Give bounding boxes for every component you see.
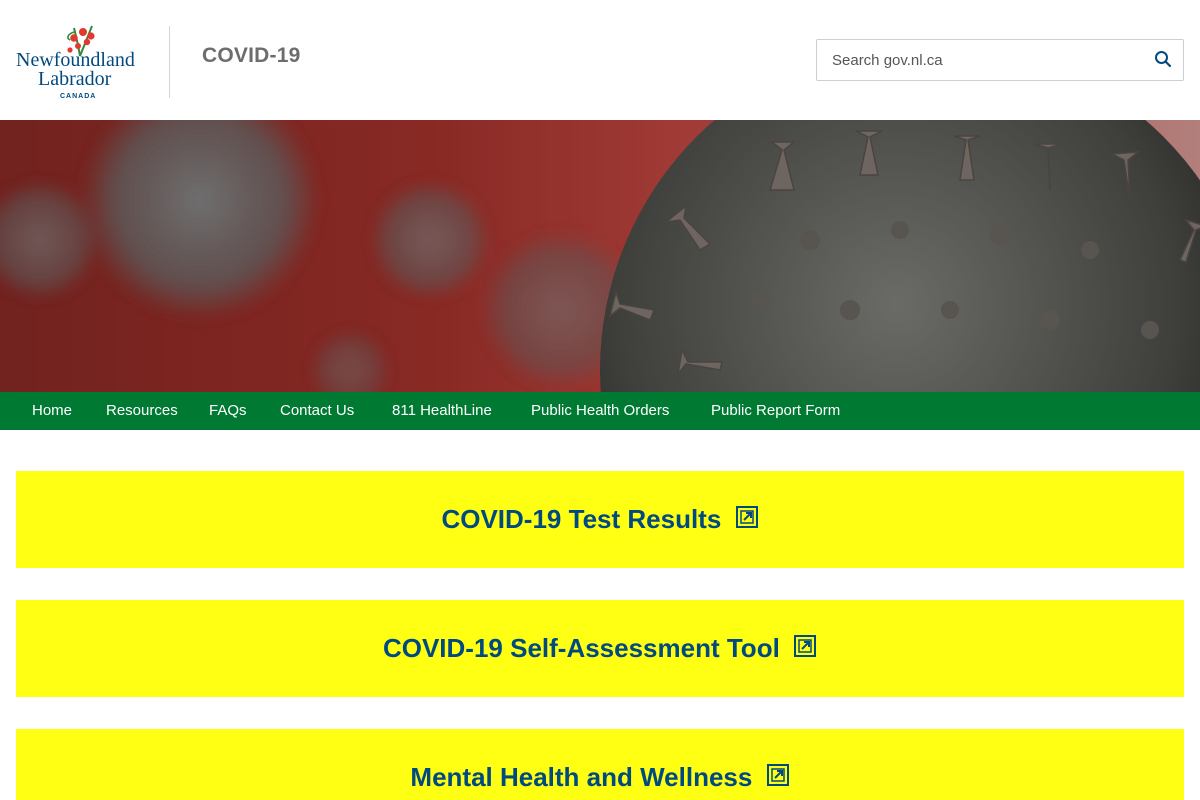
nav-item-home[interactable]: Home — [32, 392, 72, 430]
search-button[interactable] — [1149, 46, 1177, 74]
hero-banner-image — [0, 120, 1200, 392]
main-nav: Home Resources FAQs Contact Us 811 Healt… — [0, 392, 1200, 430]
external-link-icon — [766, 764, 789, 787]
cta-test-results[interactable]: COVID-19 Test Results — [16, 471, 1184, 568]
nav-item-faqs[interactable]: FAQs — [209, 392, 247, 430]
search-box — [816, 39, 1184, 81]
cta-self-assessment-tool[interactable]: COVID-19 Self-Assessment Tool — [16, 600, 1184, 697]
nav-item-811-healthline[interactable]: 811 HealthLine — [392, 392, 492, 430]
cta-label: Mental Health and Wellness — [410, 762, 753, 792]
search-icon — [1155, 50, 1172, 67]
external-link-icon — [794, 635, 817, 658]
nav-item-public-health-orders[interactable]: Public Health Orders — [531, 392, 669, 430]
search-input[interactable] — [817, 40, 1137, 80]
site-title-link[interactable]: COVID-19 — [202, 44, 300, 68]
cta-mental-health-wellness[interactable]: Mental Health and Wellness — [16, 729, 1184, 800]
cta-label: COVID-19 Self-Assessment Tool — [382, 633, 780, 663]
logo-text-line2: Labrador — [38, 68, 112, 90]
logo-divider — [169, 26, 170, 98]
nav-item-public-report-form[interactable]: Public Report Form — [711, 392, 840, 430]
nav-item-contact-us[interactable]: Contact Us — [280, 392, 354, 430]
external-link-icon — [735, 506, 758, 529]
cta-label: COVID-19 Test Results — [441, 504, 722, 534]
nav-item-resources[interactable]: Resources — [106, 392, 178, 430]
logo-text-line3: CANADA — [60, 93, 96, 100]
gov-nl-logo[interactable]: Newfoundland Labrador CANADA — [14, 22, 140, 102]
site-header: Newfoundland Labrador CANADA COVID-19 — [0, 0, 1200, 120]
